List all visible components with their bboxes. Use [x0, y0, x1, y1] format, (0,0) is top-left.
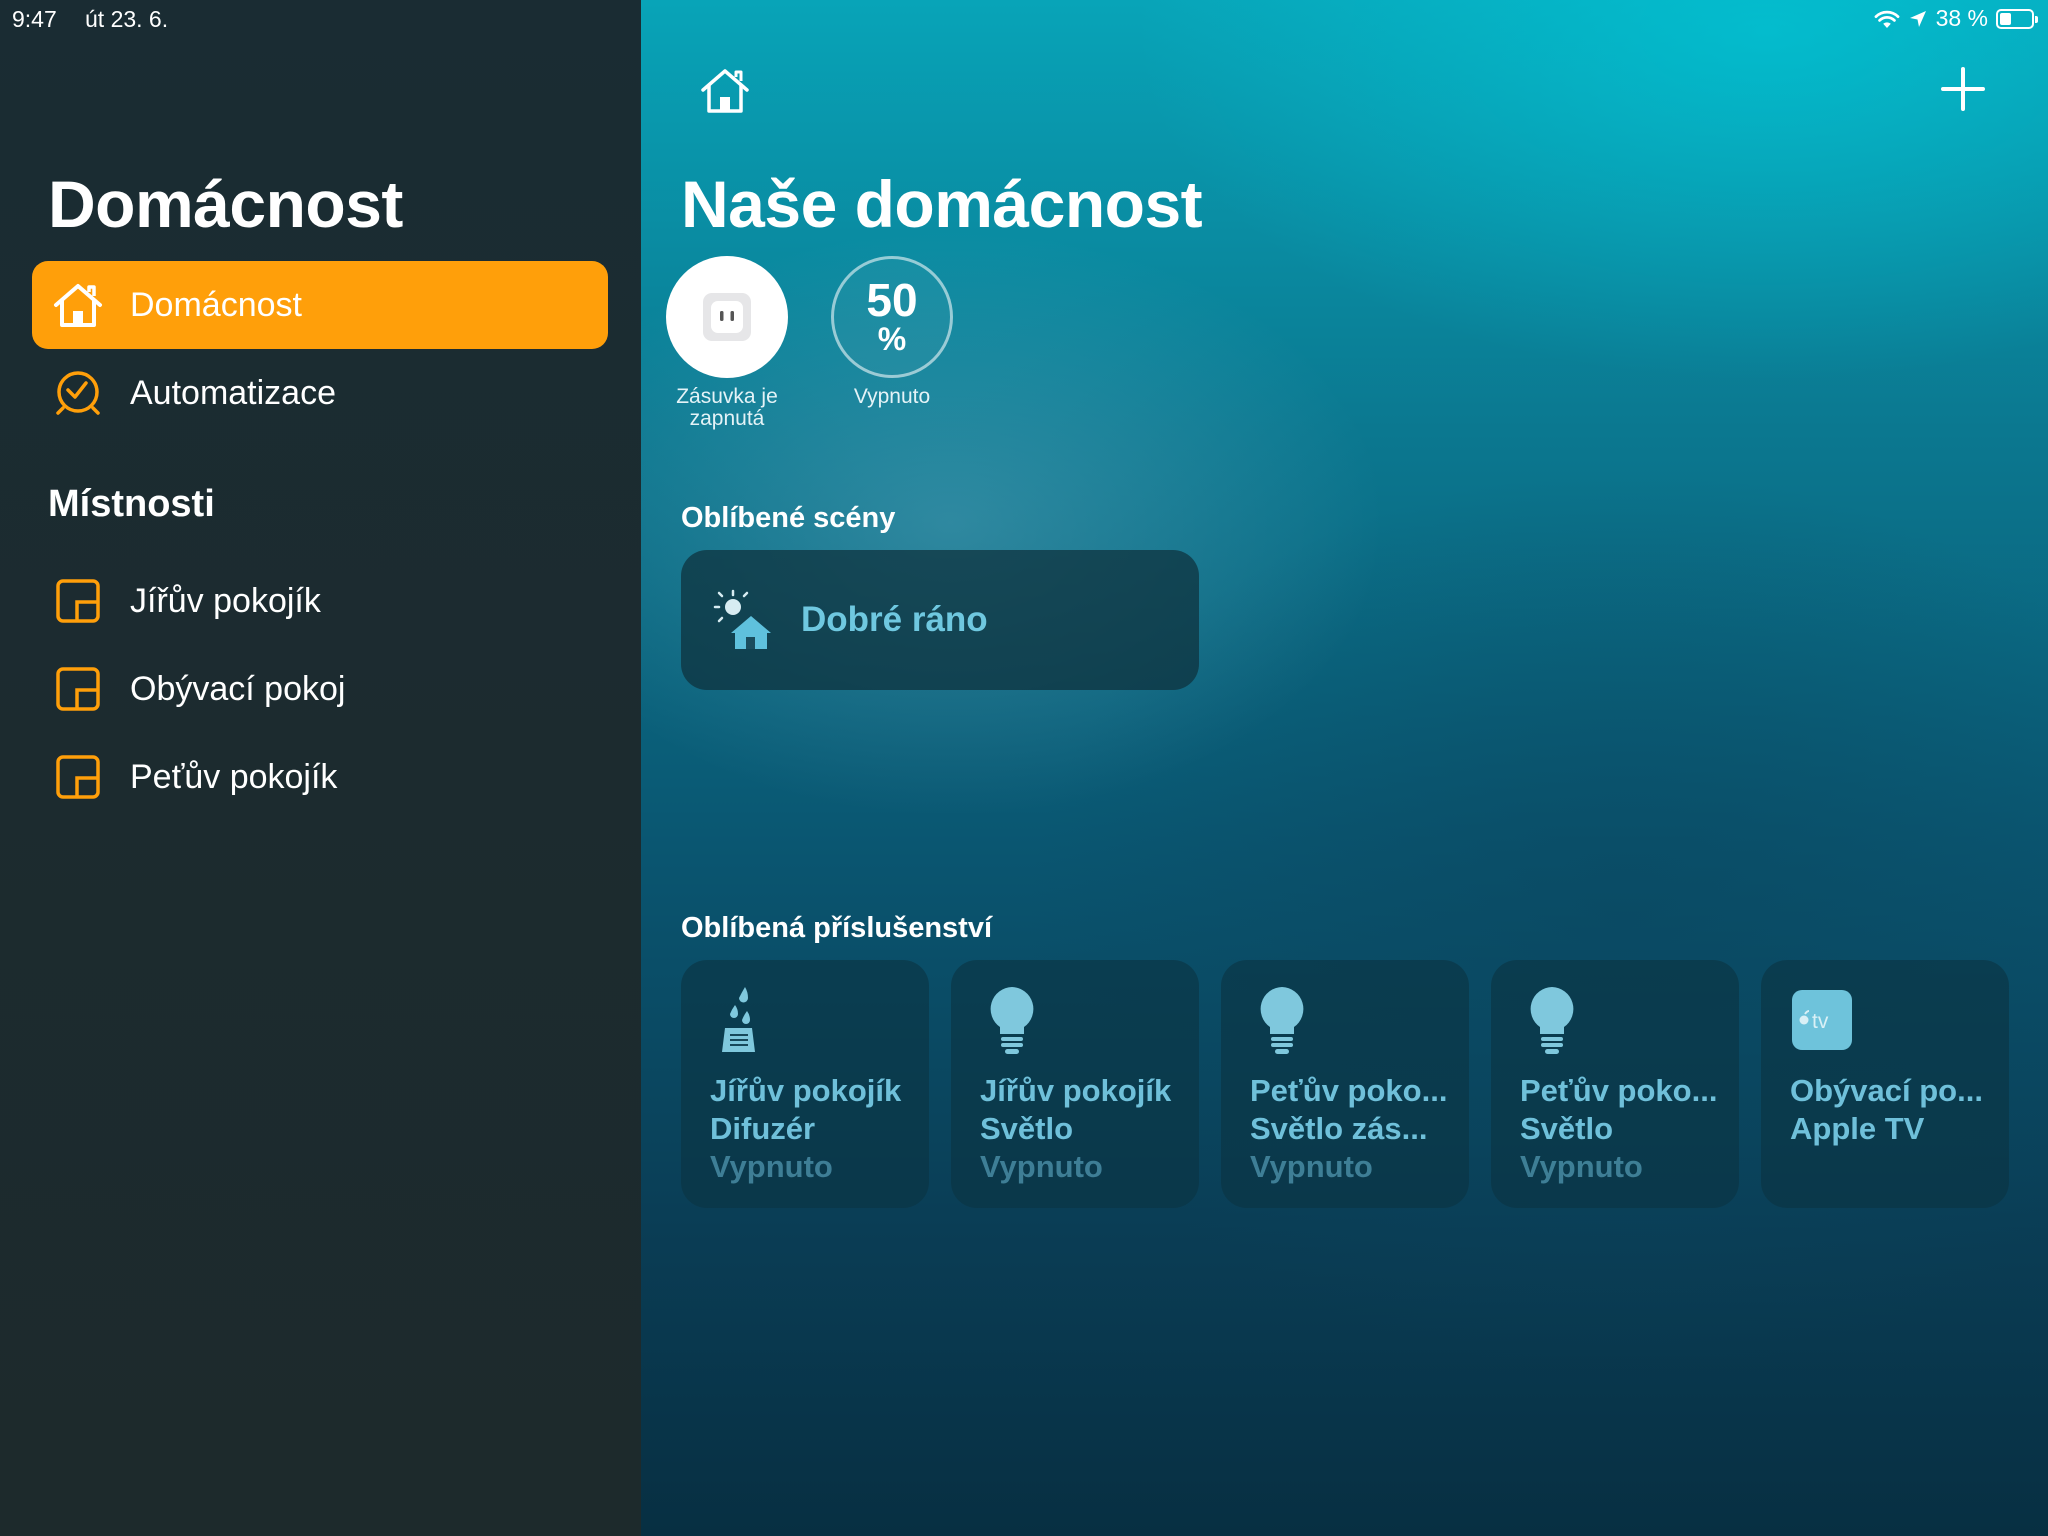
wifi-icon [1874, 10, 1899, 28]
status-tile-outlet[interactable]: Zásuvka je zapnutá [652, 256, 802, 430]
status-value: 50 [866, 274, 918, 326]
room-icon [50, 573, 106, 629]
accessory-text: Jířův pokojík Světlo Vypnuto [980, 1073, 1172, 1184]
home-icon [701, 69, 749, 113]
main-panel: Naše domácnost Zásuvka je zapnutá 50 % V… [641, 0, 2048, 1536]
battery-percentage: 38 % [1935, 5, 1988, 31]
sidebar-item-home[interactable]: Domácnost [32, 261, 608, 349]
sidebar: Domácnost Domácnost Automatizace Místnos… [0, 0, 641, 1536]
sidebar-item-label: Domácnost [130, 285, 302, 324]
sidebar-item-automation[interactable]: Automatizace [32, 349, 608, 437]
diffuser-icon [722, 987, 755, 1052]
lightbulb-icon [1260, 987, 1304, 1054]
clock-icon [50, 365, 106, 421]
accessory-text: Jířův pokojík Difuzér Vypnuto [710, 1073, 902, 1184]
sidebar-item-label: Obývací pokoj [130, 669, 346, 708]
home-icon [50, 277, 106, 333]
lightbulb-icon [1530, 987, 1574, 1054]
status-bar: 9:47 út 23. 6. 38 % [0, 0, 2048, 38]
morning-scene-icon [713, 589, 771, 649]
room-icon [50, 661, 106, 717]
svg-text:tv: tv [1812, 1010, 1829, 1033]
battery-icon [1996, 8, 2038, 29]
scene-label: Dobré ráno [801, 600, 988, 639]
room-icon [50, 749, 106, 805]
add-button[interactable] [1938, 64, 1988, 114]
status-caption: Zásuvka je zapnutá [676, 385, 778, 430]
sidebar-item-label: Automatizace [130, 373, 336, 412]
accessory-tile-petr-light[interactable]: Peťův poko... Světlo Vypnuto [1491, 960, 1739, 1208]
accessory-tile-apple-tv[interactable]: tv Obývací po... Apple TV [1761, 960, 2009, 1208]
status-indicators: 38 % [1874, 5, 2038, 32]
accessory-tile-petr-outlet-light[interactable]: Peťův poko... Světlo zás... Vypnuto [1221, 960, 1469, 1208]
sidebar-item-label: Jířův pokojík [130, 581, 321, 620]
home-settings-button[interactable] [698, 64, 752, 118]
apple-tv-icon: tv [1792, 990, 1852, 1050]
sidebar-title: Domácnost [48, 167, 403, 241]
status-date: út 23. 6. [85, 6, 169, 32]
accessory-text: Obývací po... Apple TV [1790, 1073, 1983, 1146]
favorite-scenes-title: Oblíbené scény [681, 502, 896, 534]
sidebar-item-room-jiri[interactable]: Jířův pokojík [32, 557, 608, 645]
favorite-accessories-title: Oblíbená příslušenství [681, 912, 993, 944]
status-circle [666, 256, 788, 378]
status-caption: Vypnuto [853, 385, 931, 408]
status-tile-brightness[interactable]: 50 % Vypnuto [817, 256, 967, 408]
status-time: 9:47 [12, 6, 57, 32]
plus-icon [1941, 67, 1985, 111]
outlet-icon [703, 293, 751, 341]
sidebar-item-label: Peťův pokojík [130, 757, 338, 796]
lightbulb-icon [990, 987, 1034, 1054]
accessory-tile-jiri-light[interactable]: Jířův pokojík Světlo Vypnuto [951, 960, 1199, 1208]
accessory-text: Peťův poko... Světlo Vypnuto [1520, 1073, 1718, 1184]
scene-good-morning[interactable]: Dobré ráno [681, 550, 1199, 690]
accessory-tile-diffuser[interactable]: Jířův pokojík Difuzér Vypnuto [681, 960, 929, 1208]
accessory-text: Peťův poko... Světlo zás... Vypnuto [1250, 1073, 1448, 1184]
sidebar-item-room-petr[interactable]: Peťův pokojík [32, 733, 608, 821]
rooms-section-title: Místnosti [48, 483, 215, 525]
sidebar-item-room-living[interactable]: Obývací pokoj [32, 645, 608, 733]
status-unit: % [877, 321, 907, 357]
location-arrow-icon [1909, 10, 1926, 27]
status-circle: 50 % [831, 256, 953, 378]
page-title: Naše domácnost [681, 167, 1203, 241]
